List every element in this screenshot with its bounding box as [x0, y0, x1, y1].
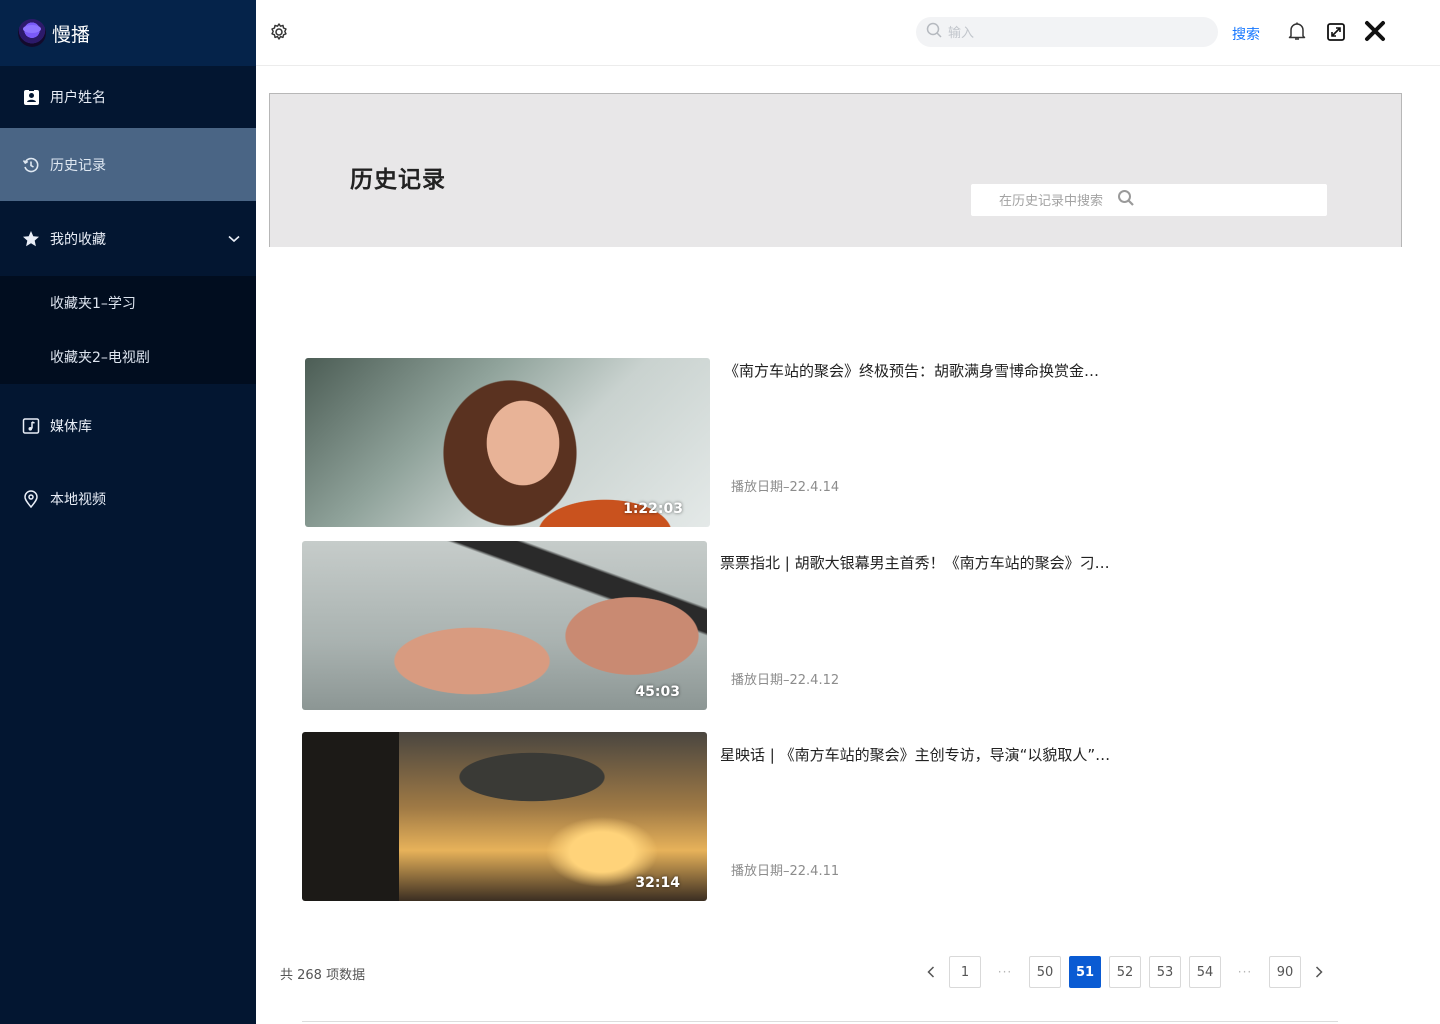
sidebar: 慢播 用户姓名 历史记录 我的收藏 收藏夹1–学习 收藏夹2–电视剧 媒体库 本…	[0, 0, 256, 1024]
video-thumbnail[interactable]: 32:14	[302, 732, 707, 901]
page-ellipsis[interactable]: ···	[1229, 956, 1261, 988]
history-search	[971, 184, 1327, 216]
sidebar-item-history[interactable]: 历史记录	[0, 128, 256, 201]
page-button[interactable]: 53	[1149, 956, 1181, 988]
search-icon	[926, 22, 942, 42]
video-duration: 45:03	[635, 684, 680, 700]
page-button[interactable]: 90	[1269, 956, 1301, 988]
sidebar-item-media-library[interactable]: 媒体库	[0, 384, 256, 464]
sidebar-subitem-folder-2[interactable]: 收藏夹2–电视剧	[0, 330, 256, 384]
sidebar-item-local-video[interactable]: 本地视频	[0, 464, 256, 534]
search-button[interactable]: 搜索	[1232, 24, 1260, 44]
video-title[interactable]: 《南方车站的聚会》终极预告：胡歌满身雪博命换赏金…	[724, 360, 1099, 381]
sidebar-item-favorites-label: 我的收藏	[50, 231, 106, 248]
sidebar-item-media-library-label: 媒体库	[50, 419, 92, 435]
favorites-submenu: 收藏夹1–学习 收藏夹2–电视剧	[0, 276, 256, 384]
video-title[interactable]: 票票指北 | 胡歌大银幕男主首秀！《南方车站的聚会》刁…	[720, 552, 1110, 573]
page-button-current[interactable]: 51	[1069, 956, 1101, 988]
topbar: 搜索	[256, 0, 1440, 66]
pagination: 1 ··· 50 51 52 53 54 ··· 90	[917, 956, 1333, 988]
search-icon[interactable]	[1117, 189, 1135, 211]
video-play-date: 播放日期–22.4.14	[731, 480, 840, 495]
next-page-button[interactable]	[1305, 956, 1333, 988]
history-search-input[interactable]	[999, 192, 1117, 208]
divider	[302, 1021, 1338, 1022]
prev-page-button[interactable]	[917, 956, 945, 988]
close-icon[interactable]	[1364, 20, 1386, 46]
chevron-down-icon[interactable]	[228, 231, 240, 247]
sidebar-item-local-video-label: 本地视频	[50, 492, 106, 508]
video-title[interactable]: 星映话 | 《南方车站的聚会》主创专访，导演“以貌取人”…	[720, 744, 1110, 765]
sidebar-item-user-label: 用户姓名	[50, 90, 106, 106]
brand-logo-icon	[18, 19, 46, 47]
sidebar-subitem-folder-1[interactable]: 收藏夹1–学习	[0, 276, 256, 330]
brand-name: 慢播	[52, 23, 91, 46]
page-button[interactable]: 54	[1189, 956, 1221, 988]
page-title: 历史记录	[350, 167, 446, 193]
location-pin-icon	[22, 490, 40, 508]
brand[interactable]: 慢播	[0, 0, 256, 66]
page-button[interactable]: 1	[949, 956, 981, 988]
video-thumbnail[interactable]: 1:22:03	[305, 358, 710, 527]
sidebar-item-history-label: 历史记录	[50, 157, 106, 174]
video-duration: 32:14	[635, 875, 680, 891]
video-thumbnail[interactable]: 45:03	[302, 541, 707, 710]
sidebar-item-user[interactable]: 用户姓名	[0, 66, 256, 128]
user-card-icon	[22, 88, 40, 106]
page-button[interactable]: 52	[1109, 956, 1141, 988]
bell-icon[interactable]	[1288, 21, 1306, 45]
page-ellipsis[interactable]: ···	[989, 956, 1021, 988]
history-icon	[22, 156, 40, 174]
music-note-icon	[22, 417, 40, 435]
star-icon	[22, 230, 40, 248]
page-button[interactable]: 50	[1029, 956, 1061, 988]
app-root: 慢播 用户姓名 历史记录 我的收藏 收藏夹1–学习 收藏夹2–电视剧 媒体库 本…	[0, 0, 1440, 1024]
gear-icon[interactable]	[269, 22, 289, 46]
total-count: 共 268 项数据	[280, 968, 366, 983]
fullscreen-icon[interactable]	[1327, 23, 1345, 45]
video-duration: 1:22:03	[623, 501, 683, 517]
video-play-date: 播放日期–22.4.11	[731, 864, 840, 879]
history-banner: 历史记录	[269, 93, 1402, 247]
video-play-date: 播放日期–22.4.12	[731, 673, 840, 688]
global-search	[916, 17, 1218, 47]
sidebar-item-favorites[interactable]: 我的收藏	[0, 201, 256, 276]
global-search-input[interactable]	[948, 24, 1188, 40]
